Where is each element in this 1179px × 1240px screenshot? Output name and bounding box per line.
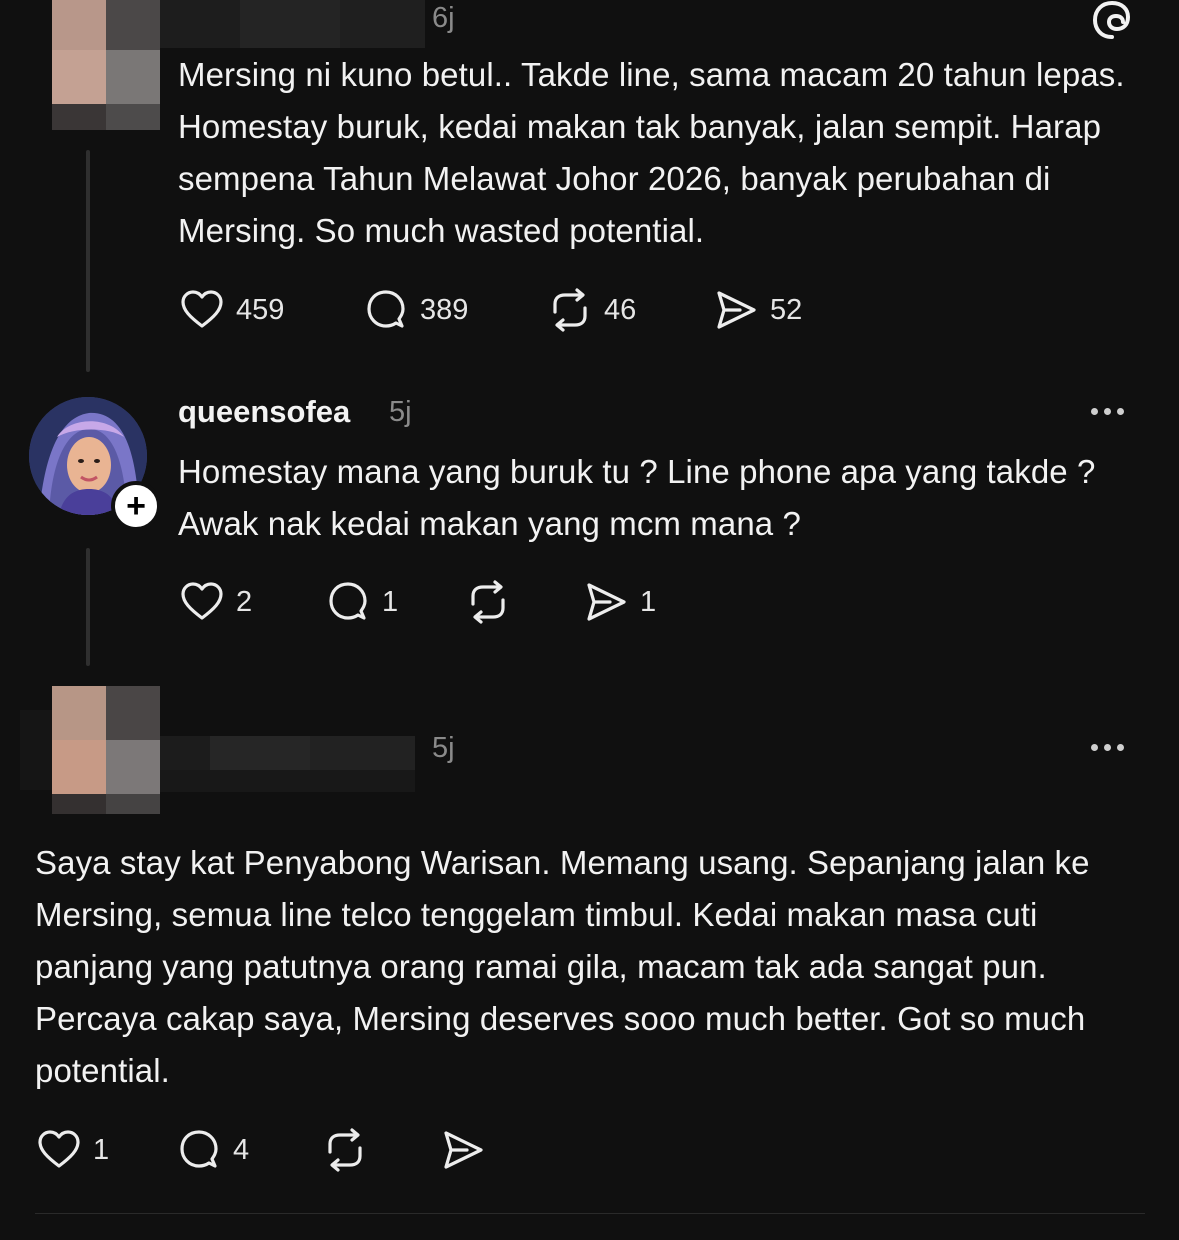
follow-plus-icon: + [126,487,146,525]
more-options-icon[interactable] [1091,408,1124,415]
share-icon [717,291,756,329]
share-button[interactable]: 1 [582,578,656,626]
reply-icon [367,290,405,328]
reply-count: 389 [420,293,469,326]
more-options-icon[interactable] [1091,744,1124,751]
username[interactable]: queensofea [178,394,350,430]
like-button[interactable]: 2 [178,578,324,626]
like-button[interactable]: 1 [35,1126,175,1174]
like-count: 1 [93,1133,110,1166]
repost-button[interactable] [321,1126,439,1174]
like-count: 459 [236,293,285,326]
post-actions: 2 1 1 [178,578,656,626]
share-icon [587,583,626,621]
share-icon [444,1131,483,1169]
repost-count: 46 [604,293,637,326]
share-button[interactable]: 52 [712,286,802,334]
post-body: Mersing ni kuno betul.. Takde line, sama… [178,56,1125,249]
post-actions: 1 4 [35,1126,497,1174]
repost-button[interactable]: 46 [546,286,712,334]
share-count: 52 [770,293,803,326]
post-3: 5j Saya stay kat Penyabong Warisan. Mema… [0,670,1179,1240]
thread-connector-line [86,548,90,666]
repost-icon [471,580,505,624]
heart-icon [38,1130,80,1168]
share-button[interactable] [439,1126,497,1174]
post-time: 5j [432,732,455,764]
reply-button[interactable]: 389 [362,286,546,334]
like-button[interactable]: 459 [178,286,362,334]
post-body: Homestay mana yang buruk tu ? Line phone… [178,453,1096,542]
like-count: 2 [236,585,253,618]
threads-logo-icon[interactable] [1090,0,1134,40]
repost-icon [328,1128,362,1172]
heart-icon [181,290,223,328]
reply-button[interactable]: 4 [175,1126,321,1174]
post-divider [35,1213,1145,1214]
reply-icon [329,582,367,620]
repost-icon [553,288,587,332]
share-count: 1 [640,585,657,618]
follow-button[interactable]: + [111,481,161,531]
post-1: 6j Mersing ni kuno betul.. Takde line, s… [0,0,1179,380]
reply-button[interactable]: 1 [324,578,464,626]
heart-icon [181,582,223,620]
thread-connector-line [86,150,90,372]
post-time: 5j [389,396,412,428]
reply-icon [180,1130,218,1168]
post-2: + queensofea 5j Homestay mana yang buruk… [0,380,1179,670]
reply-count: 4 [233,1133,250,1166]
repost-button[interactable] [464,578,582,626]
post-actions: 459 389 46 52 [178,286,802,334]
reply-count: 1 [382,585,399,618]
post-time: 6j [432,2,455,34]
post-body: Saya stay kat Penyabong Warisan. Memang … [35,844,1090,1089]
